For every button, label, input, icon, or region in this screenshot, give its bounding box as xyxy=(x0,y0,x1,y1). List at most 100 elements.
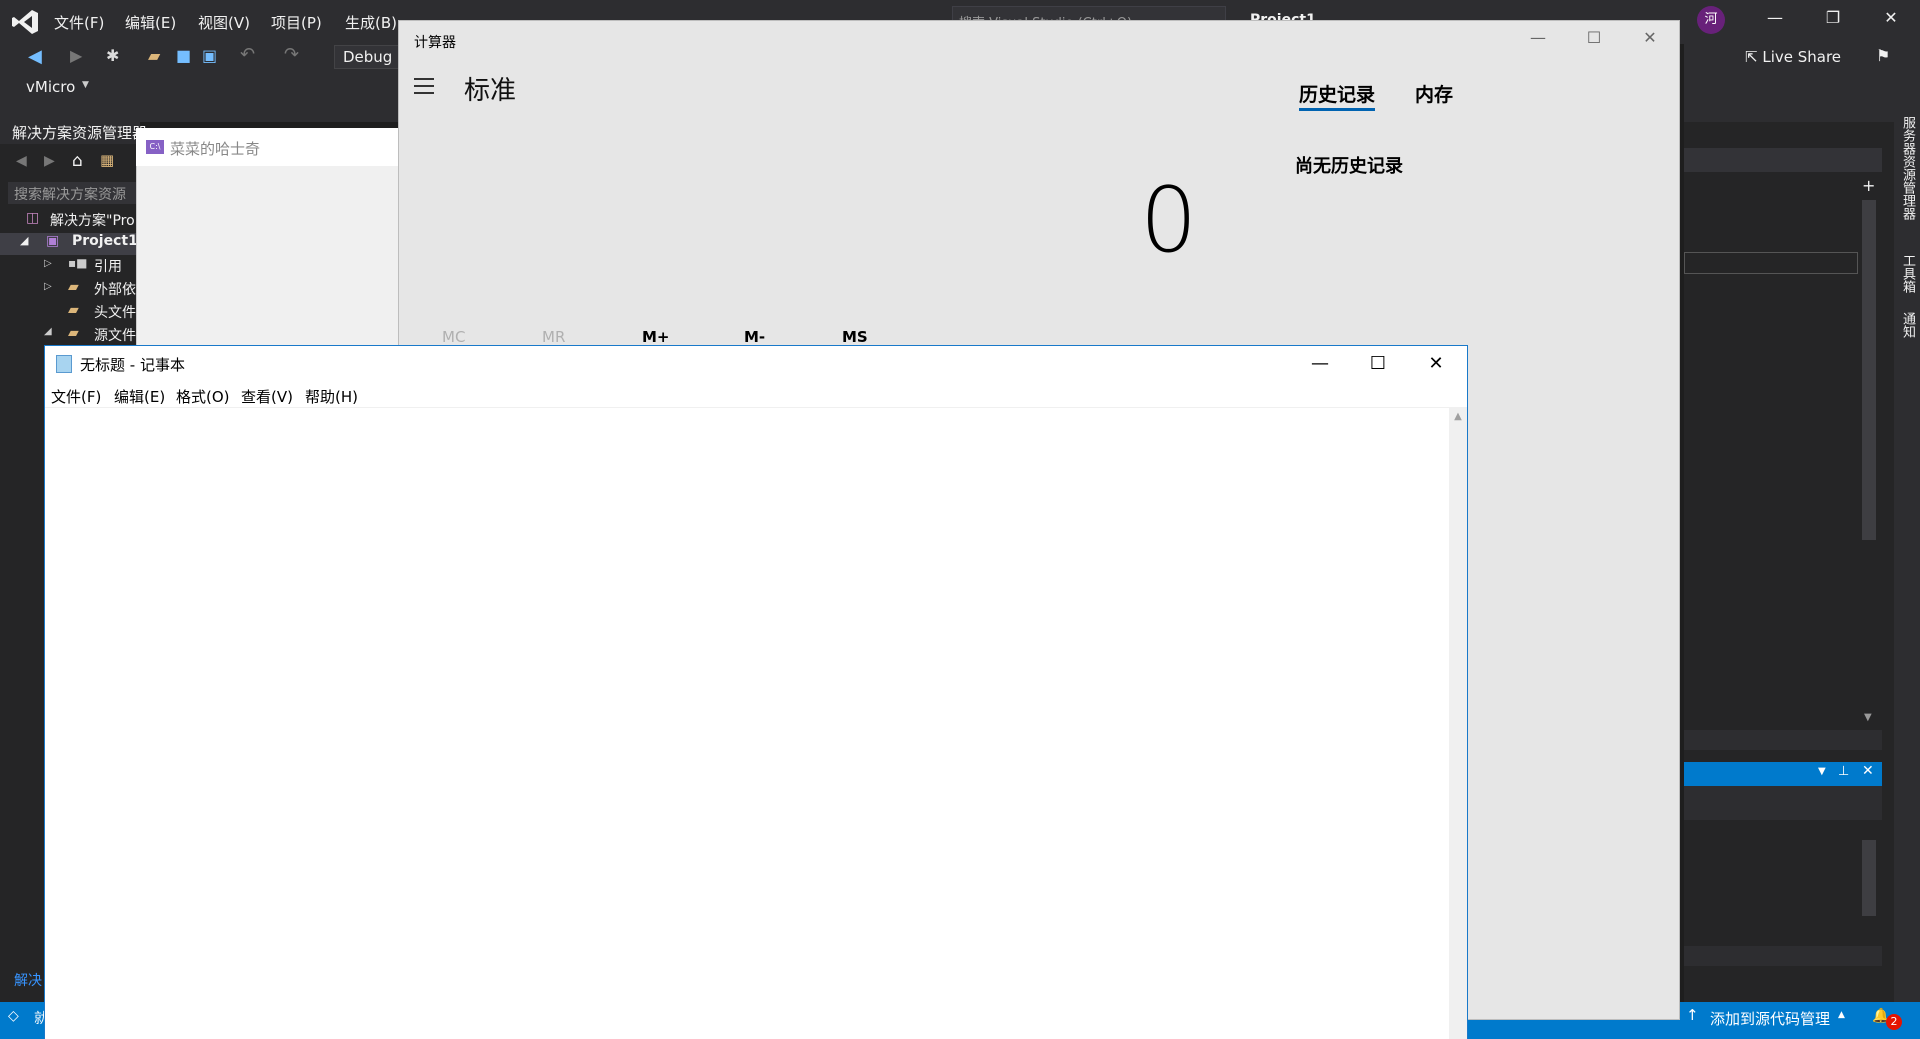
memory-subtract-button[interactable]: M- xyxy=(744,328,765,346)
scrollbar[interactable] xyxy=(1862,200,1876,540)
console-title: 菜菜的哈士奇 xyxy=(170,140,261,158)
server-explorer-tab[interactable]: 服务器资源管理器 xyxy=(1898,116,1917,220)
calculator-display: 0 xyxy=(1140,168,1198,273)
notepad-text-area[interactable] xyxy=(45,408,1449,1039)
calculator-minimize-icon[interactable]: — xyxy=(1518,28,1558,52)
tree-item-sources[interactable]: ◢ ▰ 源文件 xyxy=(0,325,140,347)
notepad-close-icon[interactable]: ✕ xyxy=(1416,350,1456,378)
notepad-maximize-icon[interactable]: ☐ xyxy=(1358,350,1398,378)
back-icon[interactable]: ◀ xyxy=(16,153,27,169)
config-dropdown[interactable]: Debug xyxy=(334,45,400,69)
no-history-message: 尚无历史记录 xyxy=(1295,156,1403,177)
solution-explorer-header: 解决方案资源管理器 xyxy=(0,122,147,144)
toolbox-tab[interactable]: 工具箱 xyxy=(1898,254,1917,293)
expand-triangle-icon[interactable]: ◢ xyxy=(20,234,28,247)
add-to-source-control-button[interactable]: 添加到源代码管理 xyxy=(1710,1008,1830,1029)
notepad-menu-edit[interactable]: 编辑(E) xyxy=(114,386,165,407)
chevron-up-icon: ▲ xyxy=(1838,1010,1845,1020)
horizontal-scrollbar[interactable] xyxy=(1684,946,1882,966)
close-icon[interactable]: ✕ xyxy=(1862,763,1874,779)
undo-icon[interactable]: ↶ xyxy=(240,44,255,65)
properties-dropdown[interactable] xyxy=(1684,148,1882,172)
vs-close-icon[interactable]: ✕ xyxy=(1876,8,1906,34)
forward-icon[interactable]: ▶ xyxy=(44,153,55,169)
calculator-maximize-icon[interactable]: ☐ xyxy=(1574,28,1614,52)
solution-icon: ◫ xyxy=(26,210,40,226)
scroll-down-icon[interactable]: ▼ xyxy=(1864,712,1872,723)
notifications-tab[interactable]: 通知 xyxy=(1898,312,1917,338)
switch-view-icon[interactable]: ▦ xyxy=(100,151,114,169)
tab-memory[interactable]: 内存 xyxy=(1415,80,1453,107)
scrollbar[interactable] xyxy=(1862,840,1876,916)
tree-item-solution[interactable]: ◫ 解决方案"Pro xyxy=(0,210,140,232)
forward-icon[interactable]: ▶ xyxy=(70,46,82,65)
solution-search-placeholder: 搜索解决方案资源 xyxy=(14,187,126,203)
notepad-title: 无标题 - 记事本 xyxy=(80,356,185,374)
back-icon[interactable]: ◀ xyxy=(28,46,42,67)
collapse-triangle-icon[interactable]: ▷ xyxy=(44,258,52,269)
tree-item-external[interactable]: ▷ ▰ 外部依 xyxy=(0,279,140,301)
account-avatar[interactable]: 河 xyxy=(1697,6,1725,34)
solution-search-input[interactable]: 搜索解决方案资源 xyxy=(8,182,140,204)
memory-clear-button[interactable]: MC xyxy=(442,328,465,346)
notification-count-badge: 2 xyxy=(1886,1014,1902,1030)
notepad-menu-help[interactable]: 帮助(H) xyxy=(305,386,358,407)
notepad-menu-view[interactable]: 查看(V) xyxy=(241,386,293,407)
arrow-up-icon: ↑ xyxy=(1686,1006,1699,1024)
calculator-title: 计算器 xyxy=(414,35,456,51)
pin-icon[interactable]: ⊥ xyxy=(1838,764,1849,779)
notepad-menu-format[interactable]: 格式(O) xyxy=(176,386,230,407)
status-icon: ◇ xyxy=(8,1008,19,1024)
tree-item-label: 解决方案"Pro xyxy=(50,213,135,229)
save-icon[interactable]: ■ xyxy=(176,46,191,65)
property-row[interactable] xyxy=(1684,252,1858,274)
tree-item-project[interactable]: ◢ ▣ Project1 xyxy=(0,233,140,255)
visual-studio-logo-icon xyxy=(12,10,38,34)
memory-add-button[interactable]: M+ xyxy=(642,328,670,346)
add-icon[interactable]: + xyxy=(1862,176,1875,195)
vmicro-menu[interactable]: vMicro xyxy=(26,78,75,96)
redo-icon[interactable]: ↷ xyxy=(284,44,299,65)
vs-menu-file[interactable]: 文件(F) xyxy=(54,12,104,33)
scroll-up-icon[interactable]: ▲ xyxy=(1449,408,1467,426)
project-icon: ▣ xyxy=(46,233,60,249)
folder-icon: ▰ xyxy=(68,279,79,295)
folder-icon: ▰ xyxy=(68,325,79,341)
open-folder-icon[interactable]: ▰ xyxy=(148,46,160,65)
notepad-menu-file[interactable]: 文件(F) xyxy=(51,386,101,407)
calculator-close-icon[interactable]: ✕ xyxy=(1630,28,1670,52)
memory-recall-button[interactable]: MR xyxy=(542,328,565,346)
output-toolbar xyxy=(1684,786,1882,820)
horizontal-scrollbar[interactable] xyxy=(1684,730,1882,750)
vs-menu-project[interactable]: 项目(P) xyxy=(271,12,322,33)
vs-menu-view[interactable]: 视图(V) xyxy=(198,12,250,33)
hamburger-menu-icon[interactable] xyxy=(414,78,436,94)
tab-history[interactable]: 历史记录 xyxy=(1299,80,1375,107)
feedback-icon[interactable]: ⚑ xyxy=(1876,46,1890,65)
notepad-scrollbar[interactable] xyxy=(1449,408,1467,1039)
notepad-titlebar[interactable] xyxy=(45,346,1467,382)
tree-item-references[interactable]: ▷ ▪■ 引用 xyxy=(0,256,140,278)
collapse-triangle-icon[interactable]: ▷ xyxy=(44,281,52,292)
tree-item-label: 引用 xyxy=(94,259,122,275)
live-share-button[interactable]: ⇱ Live Share xyxy=(1745,48,1841,66)
vs-minimize-icon[interactable]: — xyxy=(1760,8,1790,34)
bottom-tab-solution[interactable]: 解决 xyxy=(14,970,42,990)
solution-explorer-toolbar: ◀ ▶ ⌂ ▦ xyxy=(0,149,140,177)
vs-restore-icon[interactable]: ❐ xyxy=(1818,8,1848,34)
memory-store-button[interactable]: MS xyxy=(842,328,868,346)
new-project-icon[interactable]: ✱ xyxy=(106,46,119,65)
vs-menu-edit[interactable]: 编辑(E) xyxy=(125,12,176,33)
tree-item-headers[interactable]: ▰ 头文件 xyxy=(0,302,140,324)
vs-menu-build[interactable]: 生成(B) xyxy=(345,12,397,33)
chevron-down-icon[interactable]: ▼ xyxy=(1818,766,1826,777)
calculator-mode-title: 标准 xyxy=(464,76,517,106)
save-all-icon[interactable]: ▣ xyxy=(202,46,217,65)
home-icon[interactable]: ⌂ xyxy=(72,151,83,171)
tree-item-label: Project1 xyxy=(72,233,138,249)
config-dropdown-value: Debug xyxy=(343,48,393,66)
tree-item-label: 头文件 xyxy=(94,305,136,321)
notepad-minimize-icon[interactable]: — xyxy=(1300,350,1340,378)
tree-item-label: 源文件 xyxy=(94,328,136,344)
expand-triangle-icon[interactable]: ◢ xyxy=(44,326,52,337)
